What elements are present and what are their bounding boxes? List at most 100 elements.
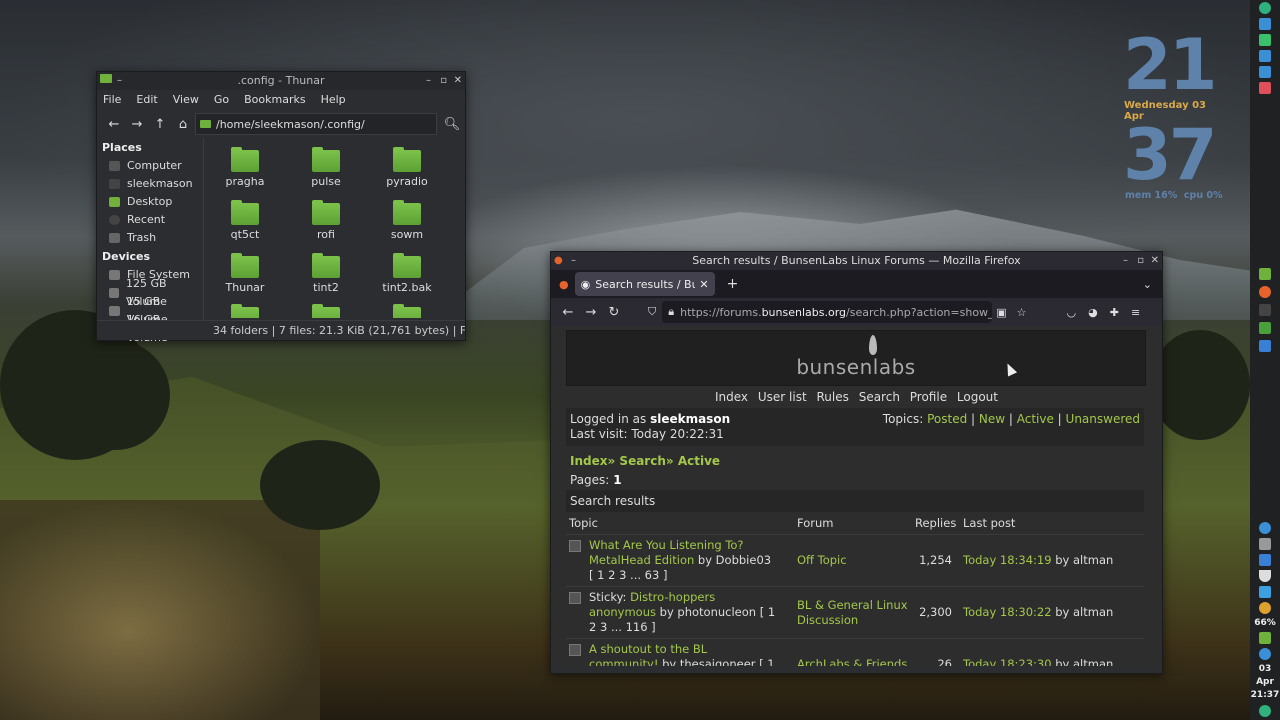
folder-item[interactable]: pragha bbox=[205, 144, 285, 188]
table-row[interactable]: What Are You Listening To? MetalHead Edi… bbox=[566, 534, 1144, 587]
up-arrow-icon[interactable]: ↑ bbox=[149, 113, 171, 135]
link-posted[interactable]: Posted bbox=[927, 412, 967, 426]
location-bar[interactable]: /home/sleekmason/.config/ bbox=[195, 113, 437, 135]
device-icon[interactable] bbox=[1259, 586, 1271, 598]
terminal-launcher-icon[interactable] bbox=[1259, 304, 1271, 316]
menu-view[interactable]: View bbox=[173, 90, 199, 110]
firefox-launcher-icon[interactable] bbox=[1259, 286, 1271, 298]
link-new[interactable]: New bbox=[979, 412, 1005, 426]
url-bar[interactable]: 🔒︎ https://forums. bunsenlabs.org/search.… bbox=[662, 301, 993, 323]
nav-search[interactable]: Search bbox=[859, 390, 900, 404]
folder-item[interactable]: qt5ct bbox=[205, 197, 285, 241]
user-info: Logged in as sleekmason Last visit: Toda… bbox=[566, 408, 1144, 446]
update-icon[interactable] bbox=[1259, 705, 1271, 717]
account-icon[interactable]: ◕ bbox=[1088, 306, 1098, 319]
editor-launcher-icon[interactable] bbox=[1259, 340, 1271, 352]
new-tab-plus-icon[interactable]: + bbox=[727, 276, 739, 292]
sidebar-item-trash[interactable]: Trash bbox=[97, 229, 203, 247]
close-button[interactable]: ✕ bbox=[454, 72, 462, 90]
sun-icon[interactable] bbox=[1259, 602, 1271, 614]
pen-icon[interactable] bbox=[1259, 554, 1271, 566]
translate-icon[interactable]: ▣ bbox=[996, 306, 1006, 319]
minimize-dash-icon[interactable]: – bbox=[117, 72, 122, 90]
flame-icon bbox=[869, 335, 877, 355]
table-row[interactable]: A shoutout to the BL community! by thesa… bbox=[566, 638, 1144, 666]
files-launcher-icon[interactable] bbox=[1259, 268, 1271, 280]
sidebar-item-recent[interactable]: Recent bbox=[97, 211, 203, 229]
minimize-dash-icon[interactable]: – bbox=[571, 252, 576, 270]
folder-item[interactable] bbox=[367, 301, 447, 318]
nav-rules[interactable]: Rules bbox=[817, 390, 849, 404]
transfer-icon[interactable] bbox=[1259, 34, 1271, 46]
sync-icon[interactable] bbox=[1259, 50, 1271, 62]
menu-hamburger-icon[interactable]: ≡ bbox=[1131, 306, 1140, 319]
forum-nav: Index User list Rules Search Profile Log… bbox=[551, 390, 1162, 404]
minimize-button[interactable]: – bbox=[1123, 252, 1128, 270]
folder-item[interactable]: Thunar bbox=[205, 250, 285, 294]
file-grid: pragha pulse pyradio qt5ct rofi sowm Thu… bbox=[205, 138, 463, 318]
sidebar-item-desktop[interactable]: Desktop bbox=[97, 193, 203, 211]
folder-item[interactable]: pulse bbox=[286, 144, 366, 188]
folder-item[interactable]: pyradio bbox=[367, 144, 447, 188]
bluetooth-icon[interactable] bbox=[1259, 522, 1271, 534]
sidebar-item-computer[interactable]: Computer bbox=[97, 157, 203, 175]
link-active[interactable]: Active bbox=[1017, 412, 1054, 426]
menu-go[interactable]: Go bbox=[214, 90, 229, 110]
search-icon[interactable]: 🔍︎ bbox=[441, 113, 463, 135]
calendar-icon[interactable] bbox=[1259, 632, 1271, 644]
forward-arrow-icon[interactable]: → bbox=[126, 113, 148, 135]
menu-bookmarks[interactable]: Bookmarks bbox=[244, 90, 305, 110]
folder-launcher-icon[interactable] bbox=[1259, 322, 1271, 334]
back-arrow-icon[interactable]: ← bbox=[557, 301, 579, 323]
col-replies: Replies bbox=[912, 512, 960, 535]
list-tabs-chevron-icon[interactable]: ⌄ bbox=[1143, 278, 1152, 291]
app-icon[interactable] bbox=[1259, 18, 1271, 30]
folder-item[interactable]: rofi bbox=[286, 197, 366, 241]
site-logo[interactable]: bunsenlabs bbox=[567, 355, 1145, 379]
firefox-view-icon[interactable]: ● bbox=[559, 278, 569, 291]
thunar-window: – .config - Thunar – ▫ ✕ File Edit View … bbox=[96, 71, 466, 344]
thunar-sidebar: Places Computer sleekmason Desktop Recen… bbox=[97, 138, 204, 344]
maximize-button[interactable]: ▫ bbox=[440, 72, 447, 90]
tab-close-icon[interactable]: ✕ bbox=[699, 278, 708, 291]
wifi-icon[interactable] bbox=[1259, 570, 1271, 582]
folder-item[interactable] bbox=[286, 301, 366, 318]
menu-help[interactable]: Help bbox=[321, 90, 346, 110]
firefox-titlebar[interactable]: ● – Search results / BunsenLabs Linux Fo… bbox=[551, 252, 1162, 270]
power-icon[interactable] bbox=[1259, 648, 1271, 660]
shield-icon[interactable]: ⛉ bbox=[648, 305, 656, 319]
nav-user-list[interactable]: User list bbox=[758, 390, 807, 404]
maximize-button[interactable]: ▫ bbox=[1137, 252, 1144, 270]
thunar-titlebar[interactable]: – .config - Thunar – ▫ ✕ bbox=[97, 72, 465, 90]
folder-item[interactable]: tint2 bbox=[286, 250, 366, 294]
list-icon[interactable] bbox=[1259, 82, 1271, 94]
forward-arrow-icon[interactable]: → bbox=[580, 301, 602, 323]
logged-in-label: Logged in as bbox=[570, 412, 647, 426]
menu-file[interactable]: File bbox=[103, 90, 121, 110]
settings-icon[interactable] bbox=[1259, 66, 1271, 78]
tab-search-results[interactable]: ◉ Search results / Bunsen ✕ bbox=[574, 272, 715, 296]
network-icon[interactable] bbox=[1259, 2, 1271, 14]
close-button[interactable]: ✕ bbox=[1151, 252, 1159, 270]
table-row[interactable]: Sticky: Distro-hoppers anonymous by phot… bbox=[566, 586, 1144, 639]
home-icon[interactable]: ⌂ bbox=[172, 113, 194, 135]
lock-icon: 🔒︎ bbox=[668, 305, 675, 318]
bookmark-star-icon[interactable]: ☆ bbox=[1017, 306, 1027, 319]
nav-logout[interactable]: Logout bbox=[957, 390, 998, 404]
folder-item[interactable]: sowm bbox=[367, 197, 447, 241]
sidebar-item-home[interactable]: sleekmason bbox=[97, 175, 203, 193]
volume-icon[interactable] bbox=[1259, 538, 1271, 550]
nav-index[interactable]: Index bbox=[715, 390, 748, 404]
reload-icon[interactable]: ↻ bbox=[603, 301, 625, 323]
nav-profile[interactable]: Profile bbox=[910, 390, 947, 404]
minimize-button[interactable]: – bbox=[426, 72, 431, 90]
extensions-icon[interactable]: ✚ bbox=[1110, 306, 1119, 319]
folder-item[interactable]: tint2.bak bbox=[367, 250, 447, 294]
pocket-icon[interactable]: ◡ bbox=[1067, 306, 1077, 319]
back-arrow-icon[interactable]: ← bbox=[103, 113, 125, 135]
menu-edit[interactable]: Edit bbox=[136, 90, 157, 110]
cpu-usage: cpu 0% bbox=[1183, 190, 1223, 201]
folder-icon bbox=[231, 147, 259, 172]
link-unanswered[interactable]: Unanswered bbox=[1066, 412, 1140, 426]
folder-item[interactable] bbox=[205, 301, 285, 318]
